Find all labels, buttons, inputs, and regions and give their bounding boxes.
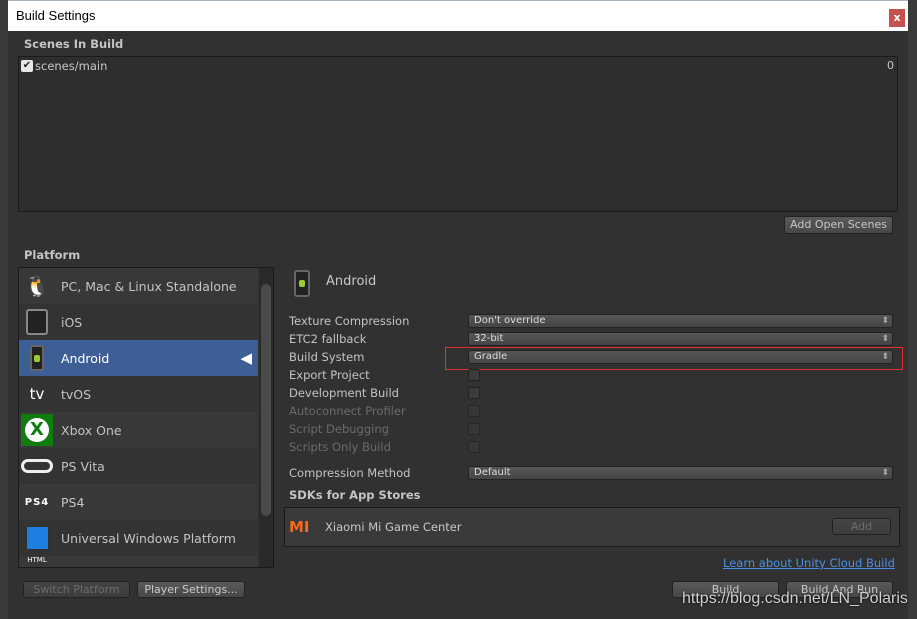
- add-open-scenes-button[interactable]: Add Open Scenes: [784, 216, 893, 234]
- platform-item-ps4[interactable]: PS4 PS4: [19, 484, 258, 520]
- xbox-icon: X: [19, 412, 55, 448]
- platform-label: PS Vita: [61, 458, 105, 474]
- scrollbar-thumb[interactable]: [261, 284, 271, 516]
- sdks-header: SDKs for App Stores: [289, 488, 421, 502]
- platform-item-uwp[interactable]: Universal Windows Platform: [19, 520, 258, 556]
- autoconnect-profiler-checkbox[interactable]: [468, 405, 480, 417]
- cloud-build-link[interactable]: Learn about Unity Cloud Build: [723, 556, 895, 570]
- platform-label: PS4: [61, 494, 85, 510]
- scripts-only-build-checkbox[interactable]: [468, 441, 480, 453]
- platform-label: PC, Mac & Linux Standalone: [61, 278, 237, 294]
- texture-compression-dropdown[interactable]: Don't override: [468, 314, 893, 328]
- script-debugging-label: Script Debugging: [289, 422, 389, 436]
- scene-index: 0: [887, 59, 894, 72]
- windows-icon: [19, 520, 55, 556]
- etc2-fallback-label: ETC2 fallback: [289, 332, 367, 346]
- compression-method-dropdown[interactable]: Default: [468, 466, 893, 480]
- html5-icon: HTML: [27, 556, 47, 564]
- platform-label: Universal Windows Platform: [61, 530, 236, 546]
- export-project-checkbox[interactable]: [468, 369, 480, 381]
- scenes-list: ✔ scenes/main 0: [18, 56, 898, 212]
- platform-item-webgl[interactable]: HTML: [19, 556, 258, 567]
- platform-label: tvOS: [61, 386, 92, 402]
- scene-checkbox[interactable]: ✔: [21, 60, 33, 72]
- sdk-row: MI Xiaomi Mi Game Center Add: [284, 507, 900, 547]
- apple-tv-icon: tv: [29, 385, 45, 403]
- development-build-label: Development Build: [289, 386, 399, 400]
- platform-label: iOS: [61, 314, 83, 330]
- player-settings-button[interactable]: Player Settings...: [137, 581, 245, 598]
- platform-label: Xbox One: [61, 422, 122, 438]
- ios-devices-icon: [19, 304, 55, 340]
- scripts-only-build-label: Scripts Only Build: [289, 440, 391, 454]
- sdk-name: Xiaomi Mi Game Center: [325, 520, 462, 534]
- script-debugging-checkbox[interactable]: [468, 423, 480, 435]
- platform-item-standalone[interactable]: 🐧 PC, Mac & Linux Standalone: [19, 268, 258, 304]
- ps4-icon: PS4: [24, 496, 50, 508]
- add-sdk-button[interactable]: Add: [832, 518, 891, 535]
- switch-platform-button[interactable]: Switch Platform: [23, 581, 130, 598]
- scenes-header: Scenes In Build: [24, 37, 124, 51]
- ps-vita-icon: [19, 448, 55, 484]
- platform-item-ps-vita[interactable]: PS Vita: [19, 448, 258, 484]
- xiaomi-logo-icon: MI: [289, 518, 310, 536]
- window-title: Build Settings: [16, 8, 96, 23]
- android-phone-icon: [19, 340, 55, 376]
- platform-item-android[interactable]: Android ◀: [19, 340, 258, 376]
- platform-item-tvos[interactable]: tv tvOS: [19, 376, 258, 412]
- etc2-fallback-dropdown[interactable]: 32-bit: [468, 332, 893, 346]
- title-bar: Build Settings x: [8, 0, 908, 31]
- pc-mac-linux-icon: 🐧: [24, 274, 50, 298]
- unity-active-icon: ◀: [240, 349, 252, 367]
- platform-scrollbar[interactable]: [259, 268, 273, 567]
- platform-list: 🐧 PC, Mac & Linux Standalone iOS Android ◀…: [18, 267, 274, 568]
- export-project-label: Export Project: [289, 368, 370, 382]
- platform-header: Platform: [24, 248, 81, 262]
- scene-name[interactable]: scenes/main: [35, 59, 107, 73]
- texture-compression-label: Texture Compression: [289, 314, 410, 328]
- compression-method-label: Compression Method: [289, 466, 411, 480]
- highlight-box: [445, 347, 903, 370]
- android-phone-icon: [294, 270, 310, 297]
- platform-item-xbox-one[interactable]: X Xbox One: [19, 412, 258, 448]
- development-build-checkbox[interactable]: [468, 387, 480, 399]
- platform-title: Android: [326, 274, 377, 289]
- platform-label: Android: [61, 350, 110, 366]
- close-button[interactable]: x: [889, 9, 905, 27]
- watermark: https://blog.csdn.net/LN_Polaris: [682, 590, 908, 607]
- build-system-label: Build System: [289, 350, 365, 364]
- platform-item-ios[interactable]: iOS: [19, 304, 258, 340]
- autoconnect-profiler-label: Autoconnect Profiler: [289, 404, 406, 418]
